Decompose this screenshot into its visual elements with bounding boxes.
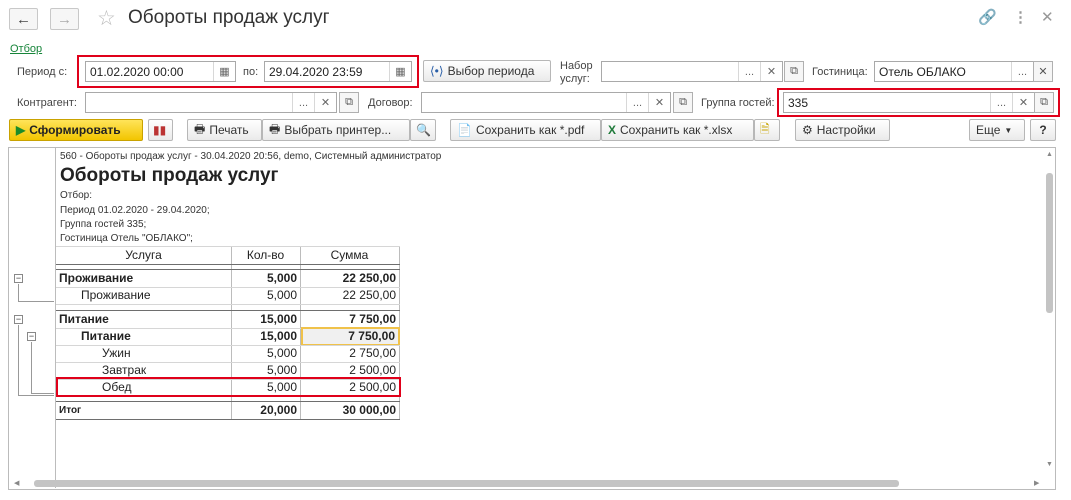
total-sum: 30 000,00 — [342, 403, 396, 417]
report-title: Обороты продаж услуг — [60, 165, 279, 186]
vertical-scrollbar[interactable]: ▲ ▼ — [1044, 151, 1055, 476]
chart-button[interactable]: ▮▮ — [148, 119, 173, 141]
select-icon[interactable]: ... — [292, 93, 314, 112]
close-icon[interactable]: ✕ — [1041, 8, 1054, 26]
table-row-subgroup-name: Питание — [81, 329, 131, 343]
clear-icon[interactable]: ✕ — [648, 93, 670, 112]
report-filter-line: Группа гостей 335; — [60, 219, 147, 230]
pdf-icon: 📄 — [457, 123, 472, 137]
total-label: Итог — [59, 405, 82, 416]
report-meta: 560 - Обороты продаж услуг - 30.04.2020 … — [60, 151, 442, 162]
report-filter-line: Гостиница Отель "ОБЛАКО"; — [60, 233, 193, 244]
scroll-up-icon[interactable]: ▲ — [1046, 151, 1053, 158]
print-button[interactable]: 🖶 Печать — [187, 119, 262, 141]
table-row-group-name: Питание — [59, 312, 109, 326]
report-margin-line — [55, 148, 56, 488]
scroll-left-icon[interactable]: ◀ — [14, 479, 19, 487]
back-button[interactable]: ← — [9, 8, 38, 30]
highlight-period — [77, 55, 419, 88]
table-row-sum: 7 750,00 — [349, 312, 396, 326]
table-row-qty: 5,000 — [266, 288, 297, 302]
save-xlsx-button[interactable]: X Сохранить как *.xlsx — [601, 119, 754, 141]
excel-icon: X — [608, 123, 617, 137]
vertical-scroll-thumb[interactable] — [1046, 173, 1053, 313]
save-pdf-button[interactable]: 📄 Сохранить как *.pdf — [450, 119, 601, 141]
generate-button[interactable]: ▶ Сформировать — [9, 119, 143, 141]
forward-button[interactable]: → — [50, 8, 79, 30]
total-qty: 20,000 — [260, 403, 297, 417]
collapse-icon[interactable]: − — [27, 332, 36, 341]
table-row-qty: 15,000 — [260, 312, 297, 326]
printer-icon: 🖶 — [269, 121, 281, 136]
play-icon: ▶ — [16, 123, 26, 137]
highlight-row — [56, 377, 401, 397]
select-icon[interactable]: ... — [1011, 62, 1033, 81]
help-button[interactable]: ? — [1030, 119, 1056, 141]
period-from-label: Период с: — [17, 66, 68, 78]
table-row-sum: 22 250,00 — [342, 271, 396, 285]
clear-icon[interactable]: ✕ — [760, 62, 782, 81]
favorite-star-icon[interactable]: ☆ — [97, 6, 116, 31]
table-row-qty: 5,000 — [266, 346, 297, 360]
preview-icon: 🔍 — [416, 123, 431, 137]
report-area[interactable]: 560 - Обороты продаж услуг - 30.04.2020 … — [8, 147, 1056, 490]
horizontal-scroll-thumb[interactable] — [34, 480, 899, 487]
contractor-field[interactable]: ... ✕ — [85, 92, 337, 113]
table-row-sum: 2 750,00 — [349, 346, 396, 360]
collapse-icon[interactable]: − — [14, 315, 23, 324]
guest-group-label: Группа гостей: — [701, 97, 775, 109]
more-button[interactable]: Еще ▼ — [969, 119, 1025, 141]
scroll-down-icon[interactable]: ▼ — [1046, 461, 1053, 468]
period-select-button[interactable]: ⟨•⟩ Выбор периода — [423, 60, 551, 82]
table-row-sum: 22 250,00 — [342, 288, 396, 302]
link-icon[interactable]: 🔗 — [978, 8, 997, 26]
hotel-label: Гостиница: — [812, 66, 868, 78]
gear-icon: ⚙ — [802, 123, 813, 137]
report-filter-caption: Отбор: — [60, 190, 92, 201]
select-icon[interactable]: ... — [738, 62, 760, 81]
contractor-label: Контрагент: — [17, 97, 77, 109]
more-icon[interactable]: ⋮ — [1013, 8, 1028, 26]
report-filter-line: Период 01.02.2020 - 29.04.2020; — [60, 205, 210, 216]
choose-printer-button[interactable]: 🖶 Выбрать принтер... — [262, 119, 410, 141]
table-row-name: Проживание — [81, 288, 151, 302]
open-icon[interactable]: ⧉ — [339, 92, 359, 113]
chart-icon: ▮▮ — [153, 123, 167, 137]
table-row-name: Ужин — [102, 346, 131, 360]
column-header-sum: Сумма — [330, 248, 369, 262]
open-icon[interactable]: ⧉ — [673, 92, 693, 113]
filter-link[interactable]: Отбор — [10, 43, 42, 55]
select-icon[interactable]: ... — [626, 93, 648, 112]
settings-button[interactable]: ⚙ Настройки — [795, 119, 890, 141]
scroll-right-icon[interactable]: ▶ — [1034, 479, 1039, 487]
table-row-group-name: Проживание — [59, 271, 134, 285]
save-icon: 🗎 — [760, 121, 770, 136]
table-row-qty: 5,000 — [266, 271, 297, 285]
selected-cell-sum[interactable]: 7 750,00 — [301, 327, 400, 346]
highlight-guest-group — [777, 88, 1060, 117]
clear-icon[interactable]: ✕ — [1033, 61, 1053, 82]
contract-field[interactable]: ... ✕ — [421, 92, 671, 113]
save-button[interactable]: 🗎 — [754, 119, 780, 141]
table-row-qty: 15,000 — [260, 329, 297, 343]
services-set-field[interactable]: ... ✕ — [601, 61, 783, 82]
preview-button[interactable]: 🔍 — [410, 119, 436, 141]
period-icon: ⟨•⟩ — [430, 64, 444, 78]
column-header-qty: Кол-во — [246, 248, 285, 262]
services-set-label: Набор услуг: — [560, 60, 593, 85]
horizontal-scrollbar[interactable]: ◀ ▶ — [14, 478, 1044, 489]
open-icon[interactable]: ⧉ — [784, 61, 804, 82]
column-header-service: Услуга — [125, 248, 162, 262]
collapse-icon[interactable]: − — [14, 274, 23, 283]
page-title: Обороты продаж услуг — [128, 7, 330, 28]
printer-icon: 🖶 — [194, 121, 206, 136]
hotel-field[interactable]: Отель ОБЛАКО ... — [874, 61, 1034, 82]
contract-label: Договор: — [368, 97, 413, 109]
clear-icon[interactable]: ✕ — [314, 93, 336, 112]
chevron-down-icon: ▼ — [1004, 125, 1013, 135]
